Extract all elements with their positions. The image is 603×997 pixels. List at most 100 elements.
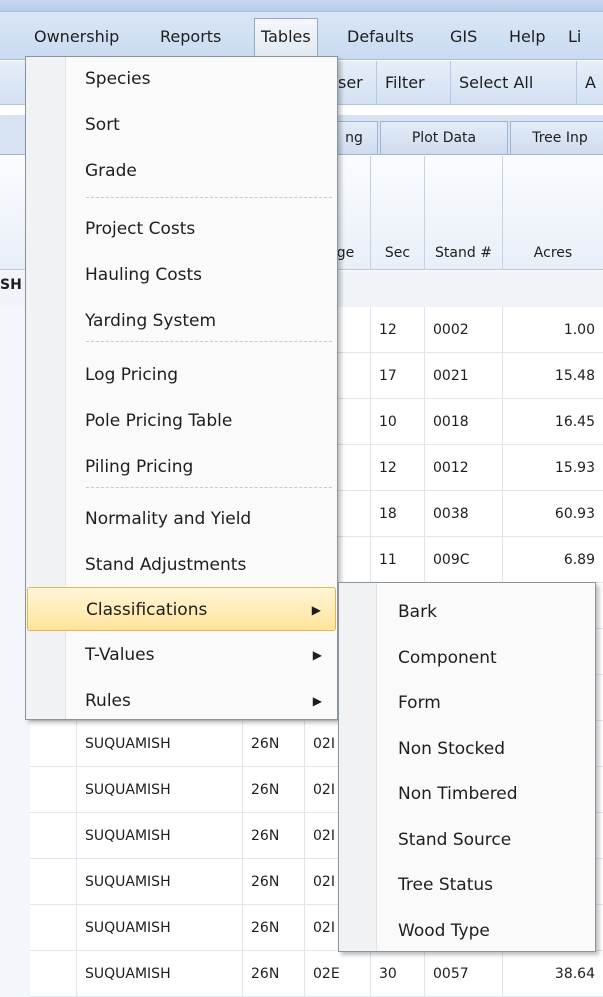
menu-item-label: Log Pricing: [85, 365, 179, 385]
cell-acres[interactable]: 15.48: [502, 353, 603, 399]
menu-item-sort[interactable]: Sort: [27, 103, 336, 147]
cell-owner[interactable]: SUQUAMISH: [76, 767, 242, 813]
menu-item-label: Piling Pricing: [85, 457, 194, 477]
cell-stand[interactable]: 0021: [424, 353, 502, 399]
cell-twp[interactable]: 26N: [242, 721, 304, 767]
row-indicator[interactable]: [0, 951, 30, 997]
submenu-item-component[interactable]: Component: [340, 635, 594, 681]
cell-twp[interactable]: 26N: [242, 859, 304, 905]
menu-separator: [86, 341, 332, 342]
menu-item-grade[interactable]: Grade: [27, 149, 336, 193]
toolbar-a-button[interactable]: A: [576, 61, 603, 105]
menu-item-label: Hauling Costs: [85, 265, 203, 285]
menu-item-label: Grade: [85, 161, 137, 181]
row-indicator[interactable]: [0, 905, 30, 951]
cell-acres[interactable]: 16.45: [502, 399, 603, 445]
cell-owner[interactable]: SUQUAMISH: [76, 721, 242, 767]
menu-item-label: Rules: [85, 691, 131, 711]
menu-item-stand-adjustments[interactable]: Stand Adjustments: [27, 543, 336, 587]
menu-item-label: Pole Pricing Table: [85, 411, 233, 431]
cell-owner[interactable]: SUQUAMISH: [76, 813, 242, 859]
cell-owner[interactable]: SUQUAMISH: [76, 951, 242, 997]
menu-item-pole-pricing-table[interactable]: Pole Pricing Table: [27, 399, 336, 443]
column-header-sec[interactable]: Sec: [370, 156, 424, 270]
cell-twp[interactable]: 26N: [242, 905, 304, 951]
menu-item-project-costs[interactable]: Project Costs: [27, 207, 336, 251]
submenu-item-bark[interactable]: Bark: [340, 589, 594, 635]
menu-separator: [86, 197, 332, 198]
classifications-submenu: Bark Component Form Non Stocked Non Timbered…: [338, 582, 596, 952]
menu-item-hauling-costs[interactable]: Hauling Costs: [27, 253, 336, 297]
row-indicator[interactable]: [0, 813, 30, 859]
menu-item-label: Project Costs: [85, 219, 196, 239]
cell-sec[interactable]: 18: [370, 491, 424, 537]
menu-item-label: Stand Adjustments: [85, 555, 247, 575]
menu-item-classifications[interactable]: Classifications ▶: [27, 587, 336, 631]
cell-twp[interactable]: 26N: [242, 813, 304, 859]
toolbar-select-all-button[interactable]: Select All: [450, 61, 541, 105]
cell-twp[interactable]: 26N: [242, 951, 304, 997]
menu-gis[interactable]: GIS: [444, 18, 483, 56]
cell-sec[interactable]: 12: [370, 307, 424, 353]
tables-dropdown-menu: Species Sort Grade Project Costs Hauling Cos…: [25, 56, 338, 720]
cell-rge[interactable]: 02E: [304, 951, 370, 997]
window-title-strip: [0, 0, 603, 12]
menu-item-label: T-Values: [85, 645, 155, 665]
menu-item-species[interactable]: Species: [27, 57, 336, 101]
menu-item-normality-and-yield[interactable]: Normality and Yield: [27, 497, 336, 541]
cell-twp[interactable]: 26N: [242, 767, 304, 813]
cell-sec[interactable]: 17: [370, 353, 424, 399]
menu-item-label: Yarding System: [85, 311, 217, 331]
submenu-arrow-icon: ▶: [312, 648, 322, 662]
menu-item-yarding-system[interactable]: Yarding System: [27, 299, 336, 343]
tab-tree-input[interactable]: Tree Inp: [510, 121, 603, 155]
menu-item-log-pricing[interactable]: Log Pricing: [27, 353, 336, 397]
cell-stand[interactable]: 0012: [424, 445, 502, 491]
menu-item-rules[interactable]: Rules ▶: [27, 679, 336, 723]
cell-sec[interactable]: 30: [370, 951, 424, 997]
cell-acres[interactable]: 60.93: [502, 491, 603, 537]
row-indicator[interactable]: [0, 767, 30, 813]
row-indicator[interactable]: [0, 859, 30, 905]
cell-stand[interactable]: 0057: [424, 951, 502, 997]
cell-stand[interactable]: 0018: [424, 399, 502, 445]
cell-acres[interactable]: 6.89: [502, 537, 603, 583]
menu-bar: Ownership Reports Tables Defaults GIS He…: [0, 12, 603, 60]
menu-item-label: Classifications: [86, 600, 208, 620]
submenu-item-non-timbered[interactable]: Non Timbered: [340, 771, 594, 817]
row-indicator[interactable]: [0, 721, 30, 767]
cell-stand[interactable]: 0038: [424, 491, 502, 537]
menu-help[interactable]: Help: [503, 18, 551, 56]
submenu-item-non-stocked[interactable]: Non Stocked: [340, 726, 594, 772]
group-label: SH: [0, 277, 22, 293]
cell-stand[interactable]: 0002: [424, 307, 502, 353]
cell-owner[interactable]: SUQUAMISH: [76, 859, 242, 905]
table-row[interactable]: SUQUAMISH 26N 02E 30 0057 38.64: [0, 951, 603, 997]
cell-acres[interactable]: 15.93: [502, 445, 603, 491]
column-header-stand[interactable]: Stand #: [424, 156, 502, 270]
menu-tables[interactable]: Tables: [254, 18, 318, 56]
cell-owner[interactable]: SUQUAMISH: [76, 905, 242, 951]
cell-stand[interactable]: 009C: [424, 537, 502, 583]
menu-item-t-values[interactable]: T-Values ▶: [27, 633, 336, 677]
submenu-item-wood-type[interactable]: Wood Type: [340, 908, 594, 954]
submenu-item-form[interactable]: Form: [340, 680, 594, 726]
cell-sec[interactable]: 12: [370, 445, 424, 491]
submenu-item-tree-status[interactable]: Tree Status: [340, 862, 594, 908]
cell-sec[interactable]: 10: [370, 399, 424, 445]
submenu-item-stand-source[interactable]: Stand Source: [340, 817, 594, 863]
menu-ownership[interactable]: Ownership: [28, 18, 125, 56]
menu-reports[interactable]: Reports: [154, 18, 227, 56]
cell-acres[interactable]: 1.00: [502, 307, 603, 353]
cell-acres[interactable]: 38.64: [502, 951, 603, 997]
submenu-arrow-icon: ▶: [312, 694, 322, 708]
menu-li[interactable]: Li: [562, 18, 587, 56]
menu-item-label: Sort: [85, 115, 120, 135]
menu-item-label: Species: [85, 69, 151, 89]
toolbar-filter-button[interactable]: Filter: [376, 61, 433, 105]
menu-item-piling-pricing[interactable]: Piling Pricing: [27, 445, 336, 489]
column-header-acres[interactable]: Acres: [502, 156, 603, 270]
tab-plot-data[interactable]: Plot Data: [380, 121, 508, 155]
menu-defaults[interactable]: Defaults: [341, 18, 420, 56]
cell-sec[interactable]: 11: [370, 537, 424, 583]
